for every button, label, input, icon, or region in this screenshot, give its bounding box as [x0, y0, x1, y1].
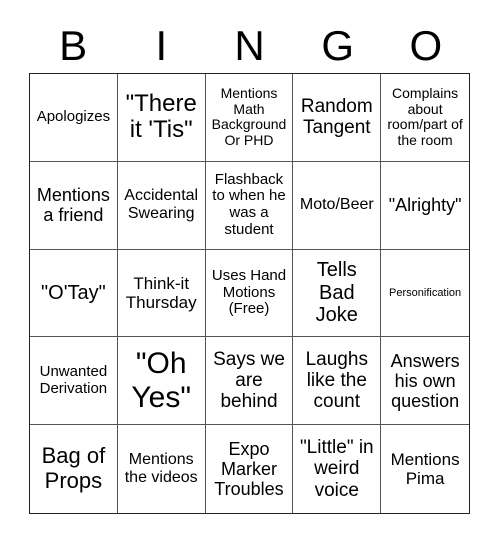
- cell-text: Flashback to when he was a student: [212, 170, 286, 238]
- bingo-cell[interactable]: Random Tangent: [293, 74, 382, 162]
- bingo-cell[interactable]: "Little" in weird voice: [293, 425, 382, 513]
- cell-text: Apologizes: [36, 108, 111, 125]
- bingo-cell[interactable]: "There it 'Tis": [117, 74, 206, 162]
- cell-text: Laughs like the count: [305, 348, 368, 413]
- cell-text: Mentions a friend: [36, 185, 110, 226]
- bingo-cell[interactable]: Expo Marker Troubles: [206, 425, 294, 513]
- bingo-header: B I N G O: [29, 20, 470, 72]
- bingo-cell[interactable]: Mentions Pima: [381, 425, 469, 513]
- bingo-cell[interactable]: Mentions a friend: [30, 161, 118, 250]
- cell-text: "There it 'Tis": [125, 89, 197, 144]
- cell-text: "Oh Yes": [131, 347, 191, 414]
- cell-text: Mentions Pima: [390, 450, 460, 489]
- bingo-cell[interactable]: Mentions the videos: [118, 425, 206, 513]
- header-letter-n: N: [234, 22, 265, 69]
- bingo-cell[interactable]: Tells Bad Joke: [293, 249, 382, 338]
- bingo-cell[interactable]: Moto/Beer: [293, 161, 382, 250]
- cell-text: Says we are behind: [213, 348, 285, 413]
- cell-text: Mentions Math Background Or PHD: [211, 85, 287, 149]
- bingo-cell[interactable]: Laughs like the count: [293, 337, 382, 426]
- cell-text: Tells Bad Joke: [315, 259, 358, 327]
- header-letter-b: B: [59, 22, 88, 69]
- cell-text: Bag of Props: [41, 443, 106, 494]
- cell-text: "Little" in weird voice: [299, 437, 374, 501]
- cell-text: "Alrighty": [388, 195, 462, 216]
- cell-text: Expo Marker Troubles: [214, 438, 284, 500]
- bingo-cell[interactable]: Answers his own question: [381, 337, 469, 426]
- bingo-cell[interactable]: "O'Tay": [30, 249, 118, 338]
- bingo-cell[interactable]: Accidental Swearing: [117, 161, 206, 250]
- bingo-cell[interactable]: "Oh Yes": [117, 337, 206, 426]
- bingo-cell[interactable]: Mentions Math Background Or PHD: [205, 74, 294, 162]
- cell-text: Mentions the videos: [124, 451, 198, 487]
- bingo-cell[interactable]: Think-it Thursday: [117, 249, 206, 338]
- cell-text: Uses Hand Motions (Free): [211, 266, 287, 318]
- cell-text: Accidental Swearing: [124, 187, 199, 223]
- bingo-cell[interactable]: Unwanted Derivation: [30, 337, 118, 426]
- cell-text: Complains about room/part of the room: [387, 85, 463, 149]
- header-letter-i: I: [155, 22, 168, 69]
- cell-text: Answers his own question: [390, 350, 460, 411]
- bingo-cell[interactable]: "Alrighty": [381, 162, 469, 250]
- header-letter-g: G: [321, 22, 355, 69]
- cell-text: Moto/Beer: [299, 196, 374, 214]
- bingo-cell[interactable]: Apologizes: [30, 74, 118, 162]
- bingo-cell[interactable]: Bag of Props: [30, 425, 118, 513]
- bingo-cell[interactable]: Uses Hand Motions (Free): [205, 249, 294, 338]
- bingo-cell[interactable]: Says we are behind: [205, 337, 294, 426]
- cell-text: "O'Tay": [41, 281, 106, 304]
- bingo-cell[interactable]: Flashback to when he was a student: [205, 161, 294, 250]
- cell-text: Unwanted Derivation: [39, 362, 108, 397]
- bingo-board: Apologizes "There it 'Tis" Mentions Math…: [29, 73, 470, 514]
- header-letter-o: O: [409, 22, 443, 69]
- cell-text: Random Tangent: [300, 96, 373, 139]
- cell-text: Personification: [389, 286, 462, 299]
- bingo-cell[interactable]: Personification: [381, 250, 469, 338]
- cell-text: Think-it Thursday: [125, 273, 197, 312]
- bingo-cell[interactable]: Complains about room/part of the room: [381, 74, 469, 162]
